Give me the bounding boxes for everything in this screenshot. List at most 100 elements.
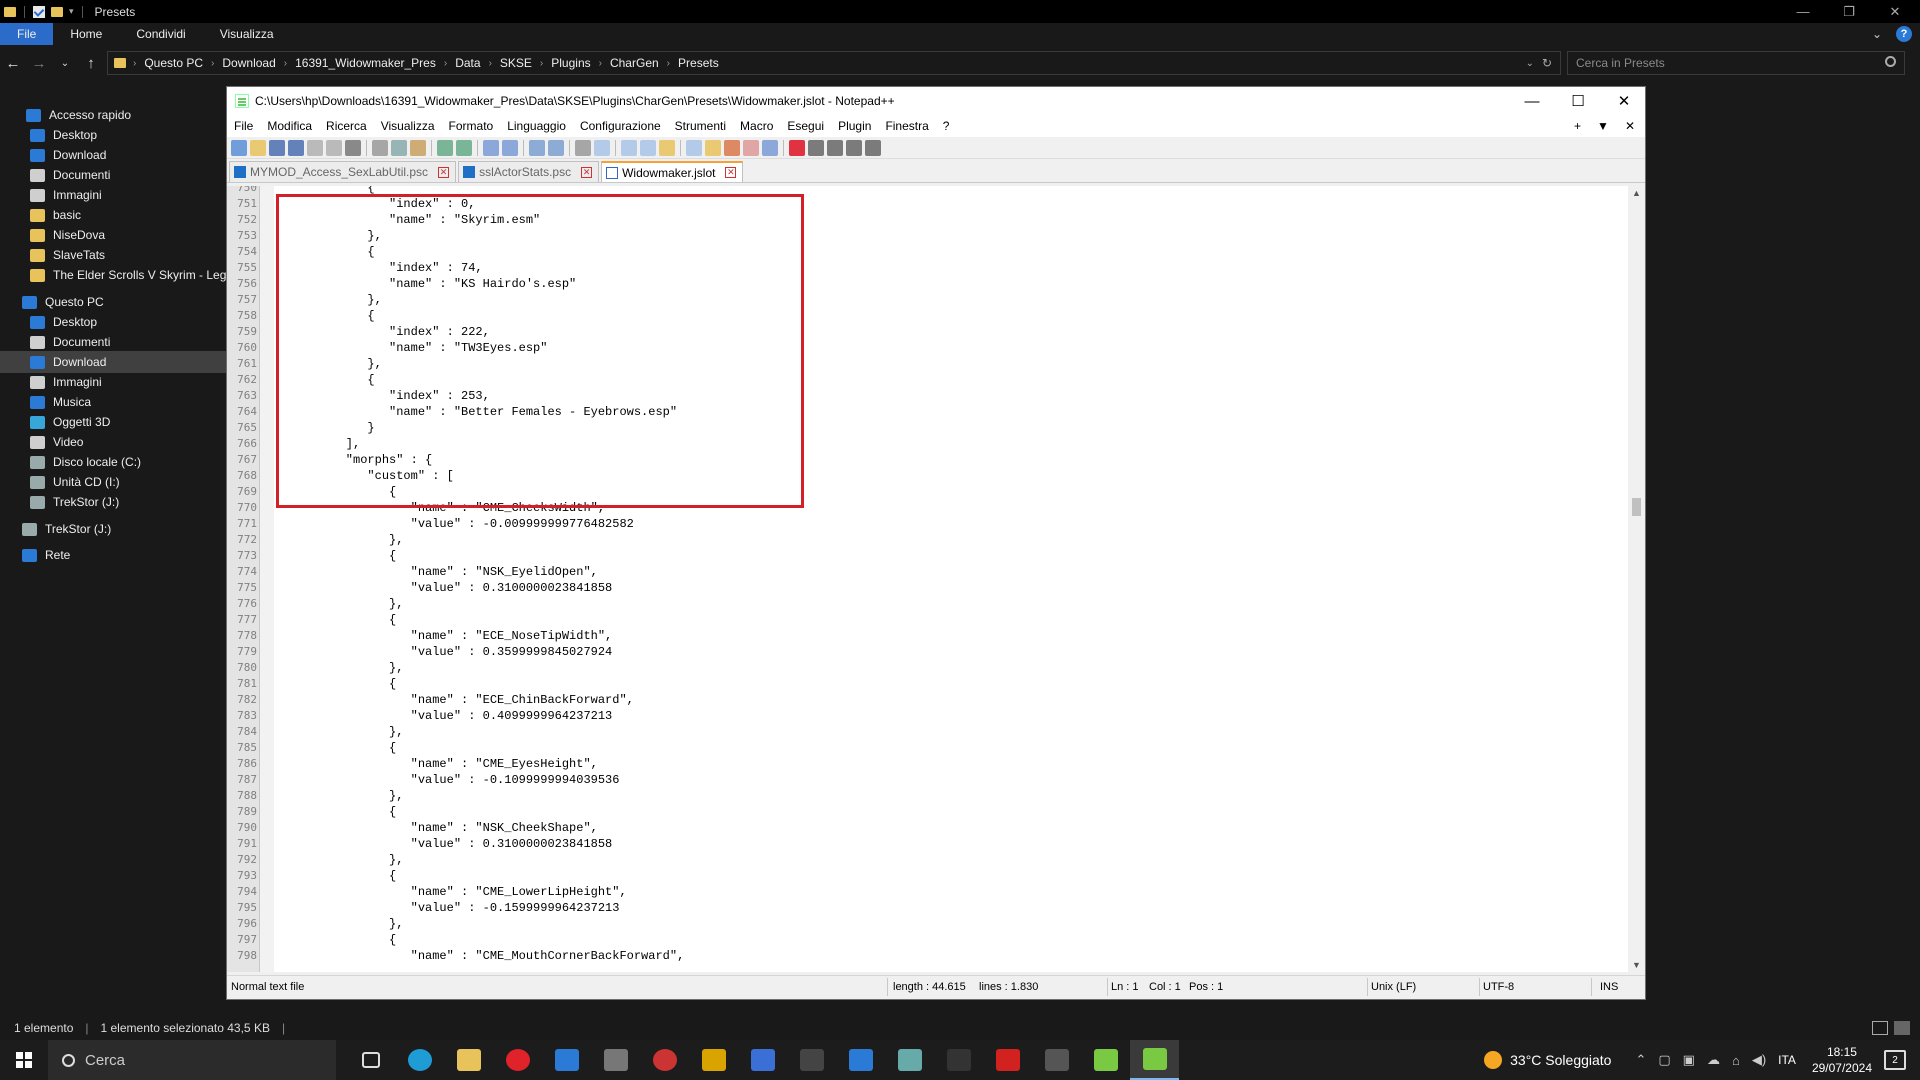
sidebar-item[interactable]: Download <box>0 351 226 373</box>
sidebar-item[interactable]: Rete <box>0 544 70 566</box>
npp-maximize-button[interactable]: ☐ <box>1555 87 1601 115</box>
taskbar-app[interactable] <box>493 1040 542 1080</box>
scroll-down-icon[interactable]: ▼ <box>1632 960 1641 970</box>
tab-home[interactable]: Home <box>53 23 119 45</box>
tab-file[interactable]: File <box>0 23 54 45</box>
close-tab-icon[interactable]: ✕ <box>581 166 593 178</box>
word-wrap-icon[interactable] <box>621 139 637 156</box>
close-icon[interactable] <box>307 139 323 156</box>
code-line[interactable]: }, <box>281 788 403 804</box>
code-line[interactable]: { <box>281 548 396 564</box>
taskbar-app[interactable] <box>1081 1040 1130 1080</box>
sidebar-item[interactable]: Immagini <box>0 184 102 206</box>
customize-toolbar-icon[interactable]: ▾ <box>69 6 74 17</box>
breadcrumb-item[interactable]: SKSE <box>495 56 537 70</box>
sidebar-item[interactable]: Musica <box>0 391 91 413</box>
large-icons-view-icon[interactable] <box>1894 1021 1910 1035</box>
menu-item[interactable]: Modifica <box>260 119 319 133</box>
notification-center-button[interactable]: 2 <box>1884 1050 1906 1070</box>
network-icon[interactable]: ⌂ <box>1732 1053 1740 1068</box>
zoom-out-icon[interactable] <box>548 139 564 156</box>
menu-item[interactable]: Strumenti <box>668 119 733 133</box>
breadcrumb[interactable]: › Questo PC › Download › 16391_Widowmaker_… <box>107 51 1561 75</box>
code-line[interactable]: "name" : "CME_MouthCornerBackForward", <box>281 948 685 964</box>
menu-item[interactable]: Macro <box>733 119 780 133</box>
code-line[interactable]: { <box>281 868 396 884</box>
menu-item[interactable]: Linguaggio <box>500 119 573 133</box>
back-icon[interactable]: ← <box>0 55 26 72</box>
save-macro-icon[interactable] <box>865 139 881 156</box>
code-line[interactable]: { <box>281 740 396 756</box>
sidebar-item[interactable]: The Elder Scrolls V Skyrim - Legen <box>0 264 226 286</box>
input-language[interactable]: ITA <box>1778 1053 1796 1067</box>
menu-item[interactable]: Finestra <box>878 119 935 133</box>
sidebar-item[interactable]: basic <box>0 204 81 226</box>
code-line[interactable]: { <box>281 804 396 820</box>
refresh-icon[interactable]: ↻ <box>1542 56 1552 70</box>
help-icon[interactable]: ? <box>1896 26 1912 42</box>
vertical-scrollbar[interactable]: ▲ ▼ <box>1628 186 1645 972</box>
sidebar-item[interactable]: NiseDova <box>0 224 105 246</box>
sidebar-item[interactable]: Immagini <box>0 371 102 393</box>
code-line[interactable]: }, <box>281 596 403 612</box>
doc-map-icon[interactable] <box>705 139 721 156</box>
npp-minimize-button[interactable]: — <box>1509 87 1555 115</box>
app-tray-icon[interactable]: ▣ <box>1683 1052 1695 1068</box>
taskbar-app[interactable] <box>1130 1040 1179 1080</box>
new-tab-icon[interactable]: + <box>1574 119 1581 133</box>
menu-item[interactable]: File <box>227 119 260 133</box>
minimize-button[interactable]: — <box>1780 0 1826 23</box>
breadcrumb-item[interactable]: Questo PC <box>139 56 208 70</box>
sidebar-item[interactable]: Disco locale (C:) <box>0 451 141 473</box>
onedrive-icon[interactable]: ☁ <box>1707 1052 1720 1068</box>
code-line[interactable]: "name" : "ECE_NoseTipWidth", <box>281 628 613 644</box>
breadcrumb-item[interactable]: Data <box>450 56 485 70</box>
close-all-icon[interactable] <box>326 139 342 156</box>
taskbar-app[interactable] <box>591 1040 640 1080</box>
clock[interactable]: 18:15 29/07/2024 <box>1812 1044 1872 1076</box>
show-all-chars-icon[interactable] <box>640 139 656 156</box>
taskbar-app[interactable] <box>542 1040 591 1080</box>
code-line[interactable]: "value" : 0.3100000023841858 <box>281 580 613 596</box>
show-hidden-icons-icon[interactable]: ⌃ <box>1635 1052 1646 1068</box>
code-line[interactable]: }, <box>281 852 403 868</box>
record-macro-icon[interactable] <box>789 139 805 156</box>
taskbar-app[interactable] <box>983 1040 1032 1080</box>
restore-button[interactable]: ❐ <box>1826 0 1872 23</box>
taskbar-app[interactable] <box>689 1040 738 1080</box>
play-macro-icon[interactable] <box>827 139 843 156</box>
menu-item[interactable]: ? <box>936 119 957 133</box>
open-file-icon[interactable] <box>250 139 266 156</box>
taskbar-app[interactable] <box>885 1040 934 1080</box>
tab-list-icon[interactable]: ▼ <box>1597 119 1609 133</box>
run-macro-multiple-icon[interactable] <box>846 139 862 156</box>
npp-close-button[interactable]: ✕ <box>1601 87 1647 115</box>
code-line[interactable]: }, <box>281 724 403 740</box>
menu-item[interactable]: Ricerca <box>319 119 374 133</box>
code-line[interactable]: { <box>281 612 396 628</box>
recent-locations-icon[interactable]: ⌄ <box>52 58 78 69</box>
breadcrumb-item[interactable]: 16391_Widowmaker_Pres <box>290 56 441 70</box>
sidebar-item[interactable]: Desktop <box>0 124 97 146</box>
user-language-icon[interactable] <box>686 139 702 156</box>
code-line[interactable]: "value" : 0.3100000023841858 <box>281 836 613 852</box>
monitoring-icon[interactable] <box>762 139 778 156</box>
line-ending[interactable]: Unix (LF) <box>1371 981 1416 993</box>
expand-ribbon-icon[interactable]: ⌄ <box>1872 27 1882 41</box>
cut-icon[interactable] <box>372 139 388 156</box>
undo-icon[interactable] <box>437 139 453 156</box>
search-input[interactable]: Cerca in Presets <box>1567 51 1905 75</box>
taskbar-app[interactable] <box>787 1040 836 1080</box>
print-icon[interactable] <box>345 139 361 156</box>
close-tab-icon[interactable]: ✕ <box>725 167 737 178</box>
up-icon[interactable]: ↑ <box>78 55 104 72</box>
replace-icon[interactable] <box>502 139 518 156</box>
start-button[interactable] <box>0 1040 48 1080</box>
encoding[interactable]: UTF-8 <box>1483 981 1514 993</box>
sidebar-item[interactable]: Desktop <box>0 311 97 333</box>
taskbar-app[interactable] <box>1032 1040 1081 1080</box>
breadcrumb-item[interactable]: Download <box>217 56 280 70</box>
sidebar-item[interactable]: Documenti <box>0 331 110 353</box>
sync-horizontal-icon[interactable] <box>594 139 610 156</box>
new-file-icon[interactable] <box>231 139 247 156</box>
